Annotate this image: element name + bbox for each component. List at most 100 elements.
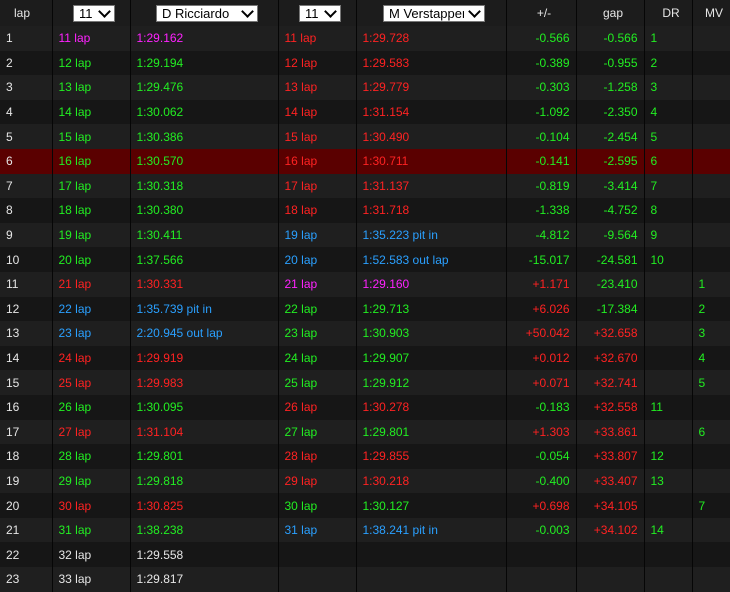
driver-b-lap-cell: 20 lap [278, 247, 357, 272]
driver-b-time-cell: 1:35.223 pit in [356, 222, 507, 248]
driver-a-time-cell: 1:30.062 [130, 99, 279, 125]
table-row[interactable]: 21 31 lap 1:38.238 31 lap 1:38.241 pit in -0.… [0, 517, 730, 543]
lap-select-driver-a[interactable]: 11 [73, 4, 115, 22]
table-row[interactable]: 17 27 lap 1:31.104 27 lap 1:29.801 +1.303 +33.… [0, 419, 730, 445]
driver-b-time-cell: 1:29.907 [356, 345, 507, 371]
driver-b-lap-cell: 25 lap [278, 370, 357, 395]
delta-cell: +0.698 [506, 493, 577, 518]
table-row[interactable]: 10 20 lap 1:37.566 20 lap 1:52.583 out lap -1… [0, 247, 730, 272]
table-row[interactable]: 3 13 lap 1:29.476 13 lap 1:29.779 -0.303 -1.25… [0, 75, 730, 100]
driver-b-lap-cell: 12 lap [278, 50, 357, 76]
mv-position-cell [692, 222, 730, 248]
table-row[interactable]: 15 25 lap 1:29.983 25 lap 1:29.912 +0.071 +32.… [0, 370, 730, 395]
lap-number-cell: 20 [0, 493, 53, 518]
driver-a-time-cell: 1:30.318 [130, 173, 279, 199]
delta-cell: -0.303 [506, 75, 577, 100]
delta-cell: -15.017 [506, 247, 577, 272]
delta-cell: -0.819 [506, 173, 577, 199]
header-gap: gap [576, 0, 645, 26]
lap-number-cell: 12 [0, 296, 53, 322]
driver-a-time-cell: 1:29.476 [130, 75, 279, 100]
driver-b-lap-cell: 14 lap [278, 99, 357, 125]
table-row[interactable]: 13 23 lap 2:20.945 out lap 23 lap 1:30.903 +5… [0, 321, 730, 346]
lap-number-cell: 18 [0, 444, 53, 469]
lap-number-cell: 15 [0, 370, 53, 395]
dr-position-cell: 13 [644, 468, 693, 494]
gap-cell: -2.454 [576, 124, 645, 149]
driver-a-lap-cell: 13 lap [52, 75, 131, 100]
driver-a-time-cell: 1:30.095 [130, 394, 279, 420]
dr-position-cell: 2 [644, 50, 693, 76]
table-row[interactable]: 7 17 lap 1:30.318 17 lap 1:31.137 -0.819 -3.41… [0, 173, 730, 199]
driver-a-time-cell: 1:29.983 [130, 370, 279, 395]
table-row[interactable]: 12 22 lap 1:35.739 pit in 22 lap 1:29.713 +6.… [0, 296, 730, 322]
table-row[interactable]: 16 26 lap 1:30.095 26 lap 1:30.278 -0.183 +32.… [0, 394, 730, 420]
lap-number-cell: 5 [0, 124, 53, 149]
lap-number-cell: 6 [0, 148, 53, 174]
driver-b-time-cell: 1:31.137 [356, 173, 507, 199]
delta-cell: +50.042 [506, 321, 577, 346]
driver-b-lap-cell [278, 542, 357, 568]
gap-cell: +33.807 [576, 444, 645, 469]
driver-a-lap-cell: 16 lap [52, 148, 131, 174]
mv-position-cell [692, 50, 730, 76]
driver-a-select[interactable]: D Ricciardo [156, 4, 258, 22]
driver-b-time-cell: 1:29.801 [356, 419, 507, 445]
driver-b-lap-cell: 15 lap [278, 124, 357, 149]
dr-position-cell: 6 [644, 148, 693, 174]
delta-cell: -0.400 [506, 468, 577, 494]
mv-position-cell [692, 124, 730, 149]
driver-b-lap-cell: 18 lap [278, 198, 357, 223]
driver-a-time-cell: 1:29.558 [130, 542, 279, 568]
lap-select-driver-b-value: 11 [305, 5, 319, 21]
driver-b-time-cell: 1:29.160 [356, 271, 507, 297]
chevron-down-icon [324, 4, 337, 18]
lap-select-driver-b[interactable]: 11 [299, 4, 341, 22]
driver-b-lap-cell: 17 lap [278, 173, 357, 199]
mv-position-cell [692, 542, 730, 568]
dr-position-cell: 10 [644, 247, 693, 272]
mv-position-cell: 6 [692, 419, 730, 445]
table-row[interactable]: 2 12 lap 1:29.194 12 lap 1:29.583 -0.389 -0.95… [0, 50, 730, 76]
table-row[interactable]: 18 28 lap 1:29.801 28 lap 1:29.855 -0.054 +33.… [0, 444, 730, 469]
chevron-down-icon [98, 4, 111, 18]
table-row[interactable]: 8 18 lap 1:30.380 18 lap 1:31.718 -1.338 -4.75… [0, 198, 730, 223]
table-row[interactable]: 4 14 lap 1:30.062 14 lap 1:31.154 -1.092 -2.35… [0, 99, 730, 125]
table-row[interactable]: 11 21 lap 1:30.331 21 lap 1:29.160 +1.171 -23.… [0, 271, 730, 297]
table-row[interactable]: 1 11 lap 1:29.162 11 lap 1:29.728 -0.566 -0.56… [0, 26, 730, 51]
driver-b-time-cell [356, 542, 507, 568]
driver-b-select[interactable]: M Verstappen [383, 4, 485, 22]
table-row[interactable]: 9 19 lap 1:30.411 19 lap 1:35.223 pit in -4.8… [0, 222, 730, 248]
table-row[interactable]: 5 15 lap 1:30.386 15 lap 1:30.490 -0.104 -2.45… [0, 124, 730, 149]
driver-b-lap-cell: 11 lap [278, 26, 357, 51]
lap-number-cell: 8 [0, 198, 53, 223]
delta-cell: +1.171 [506, 271, 577, 297]
driver-b-select-value: M Verstappen [389, 5, 464, 21]
delta-cell: -0.104 [506, 124, 577, 149]
delta-cell: -1.338 [506, 198, 577, 223]
dr-position-cell: 1 [644, 26, 693, 51]
delta-cell: -0.003 [506, 517, 577, 543]
dr-position-cell: 5 [644, 124, 693, 149]
table-row[interactable]: 19 29 lap 1:29.818 29 lap 1:30.218 -0.400 +33.… [0, 468, 730, 494]
gap-cell: +32.741 [576, 370, 645, 395]
table-row[interactable]: 22 32 lap 1:29.558 [0, 542, 730, 568]
lap-number-cell: 13 [0, 321, 53, 346]
dr-position-cell [644, 370, 693, 395]
dr-position-cell: 4 [644, 99, 693, 125]
gap-cell [576, 567, 645, 592]
table-row[interactable]: 6 16 lap 1:30.570 16 lap 1:30.711 -0.141 -2.59… [0, 148, 730, 174]
table-row[interactable]: 14 24 lap 1:29.919 24 lap 1:29.907 +0.012 +32.… [0, 345, 730, 371]
dr-position-cell [644, 345, 693, 371]
table-row[interactable]: 20 30 lap 1:30.825 30 lap 1:30.127 +0.698 +34.… [0, 493, 730, 518]
driver-a-lap-cell: 29 lap [52, 468, 131, 494]
lap-number-cell: 1 [0, 26, 53, 51]
driver-b-time-cell: 1:31.154 [356, 99, 507, 125]
lap-number-cell: 16 [0, 394, 53, 420]
gap-cell: -4.752 [576, 198, 645, 223]
table-row[interactable]: 23 33 lap 1:29.817 [0, 567, 730, 592]
driver-b-time-cell: 1:29.583 [356, 50, 507, 76]
lap-number-cell: 4 [0, 99, 53, 125]
driver-a-lap-cell: 31 lap [52, 517, 131, 543]
mv-position-cell [692, 247, 730, 272]
